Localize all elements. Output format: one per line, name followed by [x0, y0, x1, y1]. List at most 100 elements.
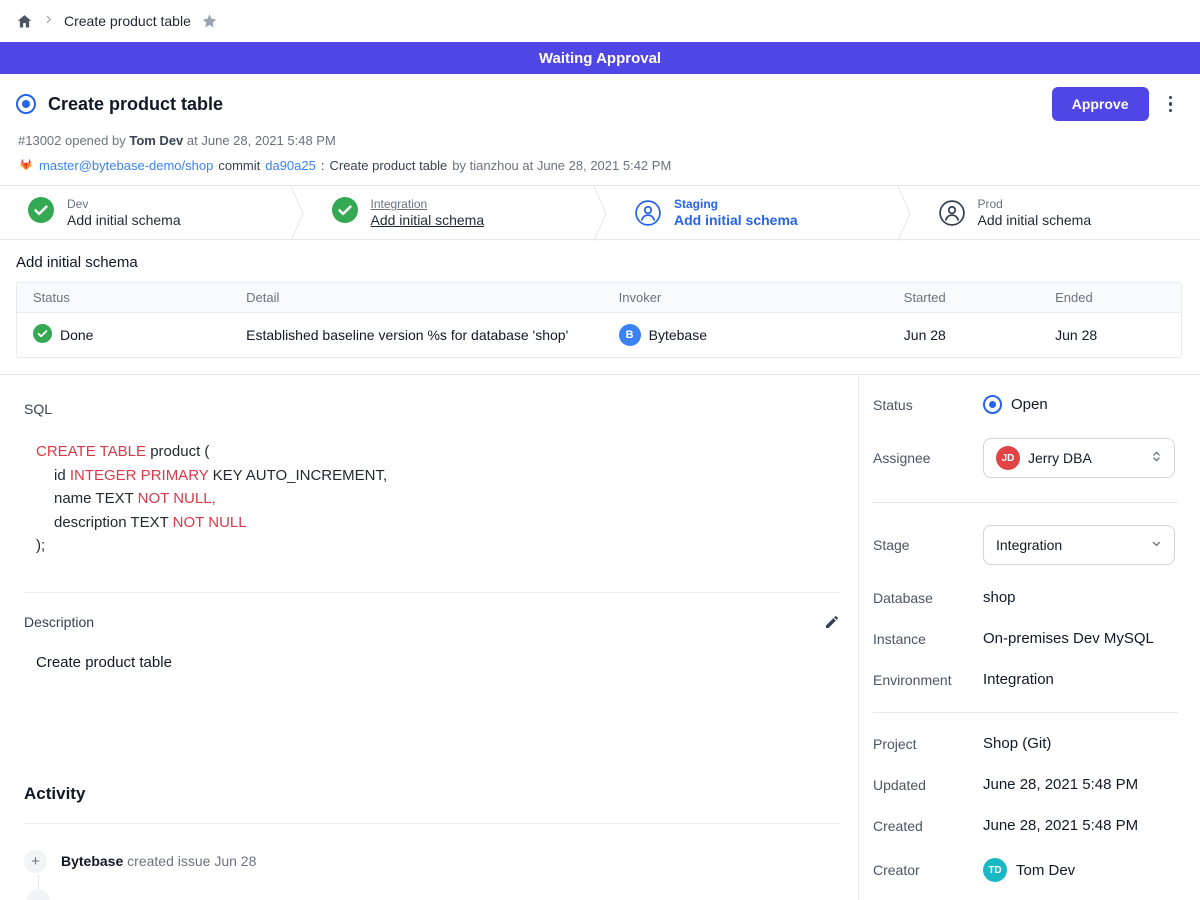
project-value: Shop (Git) — [983, 735, 1051, 752]
task-status: Done — [60, 327, 93, 343]
issue-header: Create product table Approve #13002 open… — [0, 74, 1200, 185]
stage-separator — [593, 186, 607, 239]
created-value: June 28, 2021 5:48 PM — [983, 817, 1138, 834]
stage-separator — [290, 186, 304, 239]
timeline-connector — [38, 875, 39, 889]
assignee-name: Jerry DBA — [1028, 450, 1141, 466]
stage-task-label: Add initial schema — [978, 212, 1092, 228]
table-row[interactable]: Done Established baseline version %s for… — [17, 313, 1181, 357]
commit-message: Create product table — [329, 158, 447, 173]
stage-task-label: Add initial schema — [674, 212, 798, 228]
person-circle-icon — [635, 200, 661, 226]
task-detail: Established baseline version %s for data… — [238, 316, 610, 354]
chevron-down-icon — [1149, 536, 1164, 554]
sql-token: name TEXT — [54, 490, 138, 507]
creator-name: Tom Dev — [1016, 862, 1075, 879]
approve-button[interactable]: Approve — [1052, 87, 1149, 121]
activity-action: created issue Jun 28 — [127, 853, 256, 869]
avatar: JD — [996, 446, 1020, 470]
column-invoker: Invoker — [611, 283, 896, 312]
check-circle-icon — [332, 197, 358, 228]
task-started: Jun 28 — [896, 316, 1047, 354]
sql-token: INTEGER PRIMARY — [70, 467, 209, 484]
check-circle-icon — [33, 324, 52, 346]
commit-line: master@bytebase-demo/shop commit da90a25… — [18, 156, 1176, 175]
gitlab-icon — [18, 156, 34, 175]
stage-task-label: Add initial schema — [371, 212, 485, 228]
pipeline: Dev Add initial schema Integration Add i… — [0, 185, 1200, 240]
stage-staging[interactable]: Staging Add initial schema — [607, 186, 897, 239]
sql-code: CREATE TABLE product ( id INTEGER PRIMAR… — [36, 440, 840, 558]
avatar: B — [619, 324, 641, 346]
status-open-icon — [983, 395, 1002, 414]
task-section: Add initial schema Status Detail Invoker… — [0, 240, 1200, 374]
divider — [873, 712, 1178, 713]
assignee-label: Assignee — [873, 450, 983, 466]
issue-open-icon — [16, 94, 36, 114]
activity-title: Activity — [24, 784, 840, 804]
breadcrumb: Create product table — [0, 0, 1200, 42]
column-detail: Detail — [238, 283, 610, 312]
status-banner: Waiting Approval — [0, 42, 1200, 74]
description-content: Create product table — [36, 654, 840, 671]
task-ended: Jun 28 — [1047, 316, 1181, 354]
commit-colon: : — [321, 158, 325, 173]
assignee-select[interactable]: JD Jerry DBA — [983, 438, 1175, 478]
issue-opened-time: at June 28, 2021 5:48 PM — [187, 133, 336, 148]
plus-icon: + — [24, 850, 47, 873]
sql-token: NOT NULL, — [138, 490, 216, 507]
commit-word: commit — [218, 158, 260, 173]
task-invoker: Bytebase — [649, 327, 707, 343]
stage-separator — [897, 186, 911, 239]
column-status: Status — [17, 283, 238, 312]
avatar: TD — [983, 858, 1007, 882]
stage-env-label: Integration — [371, 197, 485, 211]
edit-pencil-icon[interactable] — [824, 614, 840, 630]
breadcrumb-chevron-icon — [43, 12, 54, 30]
issue-meta: #13002 opened by Tom Dev at June 28, 202… — [18, 133, 1176, 148]
stage-prod[interactable]: Prod Add initial schema — [911, 186, 1200, 239]
status-banner-text: Waiting Approval — [539, 50, 661, 67]
sql-token: CREATE TABLE — [36, 443, 146, 460]
stage-label: Stage — [873, 537, 983, 553]
environment-label: Environment — [873, 672, 983, 688]
database-value: shop — [983, 589, 1016, 606]
stage-task-label: Add initial schema — [67, 212, 181, 228]
home-icon[interactable] — [16, 13, 33, 30]
database-label: Database — [873, 590, 983, 606]
sql-token: description TEXT — [54, 514, 173, 531]
selector-icon — [1149, 449, 1164, 467]
activity-actor: Bytebase — [61, 853, 123, 869]
task-table: Status Detail Invoker Started Ended Done… — [16, 282, 1182, 358]
stage-dev[interactable]: Dev Add initial schema — [0, 186, 290, 239]
description-label: Description — [24, 614, 824, 630]
sql-token: product ( — [146, 443, 209, 460]
commit-byline: by tianzhou at June 28, 2021 5:42 PM — [452, 158, 671, 173]
star-icon[interactable] — [201, 13, 218, 30]
activity-item: + Bytebase created issue Jun 28 — [24, 850, 840, 873]
divider — [873, 502, 1178, 503]
created-label: Created — [873, 818, 983, 834]
divider — [24, 592, 840, 593]
instance-label: Instance — [873, 631, 983, 647]
stage-integration[interactable]: Integration Add initial schema — [304, 186, 594, 239]
commit-branch-link[interactable]: master@bytebase-demo/shop — [39, 158, 213, 173]
check-circle-icon — [28, 197, 54, 228]
more-menu-icon[interactable] — [1165, 92, 1177, 117]
divider — [24, 823, 840, 824]
sql-token: KEY AUTO_INCREMENT, — [208, 467, 387, 484]
sql-token: NOT NULL — [173, 514, 247, 531]
task-table-header: Status Detail Invoker Started Ended — [17, 283, 1181, 313]
issue-body: SQL CREATE TABLE product ( id INTEGER PR… — [0, 375, 858, 900]
instance-value: On-premises Dev MySQL — [983, 630, 1154, 647]
column-ended: Ended — [1047, 283, 1181, 312]
commit-hash-link[interactable]: da90a25 — [265, 158, 316, 173]
stage-env-label: Dev — [67, 197, 181, 211]
issue-author: Tom Dev — [129, 133, 183, 148]
updated-label: Updated — [873, 777, 983, 793]
issue-number: #13002 opened by — [18, 133, 126, 148]
stage-select[interactable]: Integration — [983, 525, 1175, 565]
task-section-title: Add initial schema — [16, 254, 1182, 271]
issue-sidebar: Status Open Assignee JD Jerry DBA Stage … — [858, 375, 1200, 900]
updated-value: June 28, 2021 5:48 PM — [983, 776, 1138, 793]
